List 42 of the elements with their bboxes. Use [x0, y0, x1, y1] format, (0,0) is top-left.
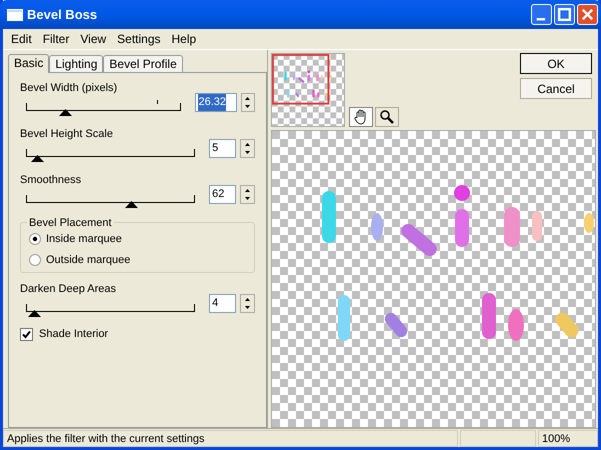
tool-button[interactable] [375, 107, 399, 127]
checkbox[interactable] [20, 328, 33, 341]
checkbox-label[interactable]: Shade Interior [39, 326, 108, 342]
slider-thumb[interactable] [31, 155, 44, 162]
dialog-button[interactable]: Cancel [520, 78, 592, 99]
menu-item[interactable]: Settings [112, 30, 166, 48]
dialog-button[interactable]: OK [520, 53, 592, 74]
tab[interactable]: Basic [8, 54, 50, 73]
window-title: Bevel Boss [27, 6, 98, 24]
radio-button[interactable] [29, 233, 41, 246]
radio-button[interactable] [29, 254, 41, 266]
spin-buttons[interactable] [240, 93, 255, 112]
maximize-button[interactable] [554, 4, 575, 25]
slider-label: Bevel Width (pixels) [20, 81, 118, 95]
status-message: Applies the filter with the current settings [3, 430, 458, 447]
menu-item[interactable]: Help [166, 30, 202, 48]
slider-thumb[interactable] [28, 310, 41, 317]
tab[interactable]: Bevel Profile [103, 55, 183, 72]
value-field[interactable]: 4 [209, 294, 236, 313]
radio-label[interactable]: Outside marquee [46, 252, 130, 268]
value-field[interactable]: 62 [209, 185, 236, 204]
minimize-button[interactable] [531, 4, 552, 25]
tab[interactable]: Lighting [49, 55, 104, 72]
slider-label: Bevel Height Scale [20, 127, 114, 141]
app-icon [7, 8, 23, 20]
slider-label: Smoothness [20, 173, 82, 187]
zoom-level: 100% [538, 430, 598, 447]
spin-buttons[interactable] [240, 139, 255, 158]
menu-item[interactable]: Edit [6, 30, 37, 48]
menu-item[interactable]: View [75, 30, 112, 48]
value-field[interactable]: 26.32 [195, 93, 237, 112]
slider-thumb[interactable] [124, 201, 138, 208]
tool-button[interactable] [349, 107, 373, 127]
spin-buttons[interactable] [240, 294, 255, 313]
value-field[interactable]: 5 [209, 139, 236, 158]
spin-buttons[interactable] [240, 185, 255, 204]
slider-thumb[interactable] [59, 109, 72, 116]
search-icon [379, 109, 395, 125]
radio-label[interactable]: Inside marquee [46, 231, 122, 248]
menu-item[interactable]: Filter [38, 30, 74, 48]
slider-label: Darken Deep Areas [20, 282, 117, 296]
close-button[interactable] [577, 4, 598, 25]
